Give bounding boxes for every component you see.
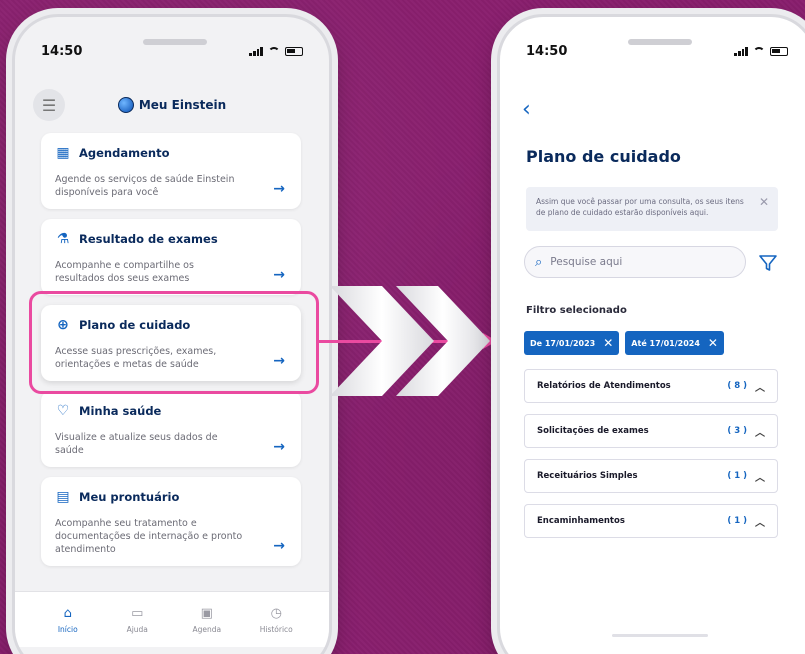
info-text: Assim que você passar por uma consulta, …	[536, 197, 744, 217]
section-relatorios[interactable]: Relatórios de Atendimentos ( 8 ) ︿	[524, 369, 778, 403]
search-placeholder: Pesquise aqui	[550, 256, 623, 268]
section-count: ( 8 )	[727, 381, 747, 391]
wifi-icon	[753, 46, 765, 56]
status-icons	[734, 46, 788, 56]
brand-name: Meu Einstein	[138, 98, 227, 112]
nav-label: Agenda	[192, 625, 222, 634]
status-icons	[249, 46, 303, 56]
signal-icon	[249, 46, 263, 56]
arrow-right-icon[interactable]: →	[273, 267, 285, 283]
nav-label: Ajuda	[126, 625, 148, 634]
right-phone: 14:50 ‹ Plano de cuidado Assim que você …	[497, 14, 805, 654]
battery-icon	[285, 46, 303, 56]
bottom-nav: ⌂ Início ▭ Ajuda ▣ Agenda ◷ Histórico	[15, 591, 329, 647]
test-tube-icon: ⚗	[56, 231, 70, 247]
arrow-right-icon[interactable]: →	[273, 181, 285, 197]
home-icon: ⌂	[63, 606, 72, 621]
arrow-right-icon[interactable]: →	[273, 538, 285, 554]
section-receituarios[interactable]: Receituários Simples ( 1 ) ︿	[524, 459, 778, 493]
card-desc: Visualize e atualize seus dados de saúde	[55, 432, 218, 456]
clock-icon: ◷	[270, 606, 282, 621]
card-meu-prontuario[interactable]: ▤ Meu prontuário Acompanhe seu tratament…	[41, 477, 301, 566]
nav-inicio[interactable]: ⌂ Início	[38, 606, 98, 647]
back-chevron-icon[interactable]: ‹	[522, 97, 531, 122]
chevron-up-icon: ︿	[755, 427, 765, 439]
card-title: Agendamento	[79, 146, 170, 160]
info-banner: Assim que você passar por uma consulta, …	[526, 187, 778, 231]
section-count: ( 1 )	[727, 471, 747, 481]
section-count: ( 3 )	[727, 426, 747, 436]
card-desc: Agende os serviços de saúde Einstein dis…	[55, 174, 235, 198]
filter-chips: De 17/01/2023 ✕ Até 17/01/2024 ✕	[524, 331, 724, 355]
filter-label: Filtro selecionado	[526, 305, 627, 316]
status-time: 14:50	[526, 43, 568, 59]
nav-agenda[interactable]: ▣ Agenda	[177, 606, 237, 647]
brand: Meu Einstein	[33, 97, 311, 113]
wifi-icon	[268, 46, 280, 56]
status-bar: 14:50	[15, 41, 329, 61]
status-time: 14:50	[41, 43, 83, 59]
section-label: Relatórios de Atendimentos	[537, 381, 671, 391]
chat-icon: ▭	[131, 606, 144, 621]
close-icon[interactable]: ✕	[603, 336, 613, 350]
app-header: ☰ Meu Einstein	[33, 83, 311, 127]
nav-label: Início	[57, 625, 78, 634]
card-desc: Acompanhe seu tratamento e documentações…	[55, 518, 243, 555]
section-label: Receituários Simples	[537, 471, 638, 481]
einstein-logo-icon	[117, 97, 134, 113]
nav-historico[interactable]: ◷ Histórico	[246, 606, 306, 647]
card-resultado-exames[interactable]: ⚗ Resultado de exames Acompanhe e compar…	[41, 219, 301, 295]
status-bar: 14:50	[500, 41, 805, 61]
transition-chevron-icon	[330, 286, 490, 396]
highlight-box	[29, 291, 319, 394]
card-title: Minha saúde	[79, 404, 162, 418]
card-minha-saude[interactable]: ♡ Minha saúde Visualize e atualize seus …	[41, 391, 301, 467]
medical-record-icon: ▤	[56, 489, 70, 505]
section-solicitacoes[interactable]: Solicitações de exames ( 3 ) ︿	[524, 414, 778, 448]
filter-icon[interactable]	[758, 253, 778, 273]
card-title: Resultado de exames	[79, 232, 218, 246]
battery-icon	[770, 46, 788, 56]
nav-ajuda[interactable]: ▭ Ajuda	[107, 606, 167, 647]
card-desc: Acompanhe e compartilhe os resultados do…	[55, 260, 194, 284]
section-count: ( 1 )	[727, 516, 747, 526]
chip-label: Até 17/01/2024	[631, 338, 700, 348]
close-icon[interactable]: ✕	[759, 196, 769, 208]
card-title: Meu prontuário	[79, 490, 180, 504]
chip-start-date[interactable]: De 17/01/2023 ✕	[524, 331, 620, 355]
section-list: Relatórios de Atendimentos ( 8 ) ︿ Solic…	[524, 369, 778, 549]
chevron-up-icon: ︿	[755, 517, 765, 529]
page-title: Plano de cuidado	[526, 147, 681, 166]
home-indicator	[612, 634, 708, 637]
chevron-up-icon: ︿	[755, 382, 765, 394]
signal-icon	[734, 46, 748, 56]
nav-label: Histórico	[259, 625, 293, 634]
calendar-icon: ▦	[56, 145, 70, 161]
chevron-up-icon: ︿	[755, 472, 765, 484]
section-label: Encaminhamentos	[537, 516, 625, 526]
close-icon[interactable]: ✕	[708, 336, 718, 350]
chip-label: De 17/01/2023	[530, 338, 596, 348]
search-icon: ⌕	[535, 254, 543, 270]
card-agendamento[interactable]: ▦ Agendamento Agende os serviços de saúd…	[41, 133, 301, 209]
heart-icon: ♡	[56, 403, 70, 419]
section-label: Solicitações de exames	[537, 426, 649, 436]
search-input[interactable]: ⌕ Pesquise aqui	[524, 246, 746, 278]
section-encaminhamentos[interactable]: Encaminhamentos ( 1 ) ︿	[524, 504, 778, 538]
calendar-icon: ▣	[200, 606, 213, 621]
arrow-right-icon[interactable]: →	[273, 439, 285, 455]
chip-end-date[interactable]: Até 17/01/2024 ✕	[625, 331, 724, 355]
